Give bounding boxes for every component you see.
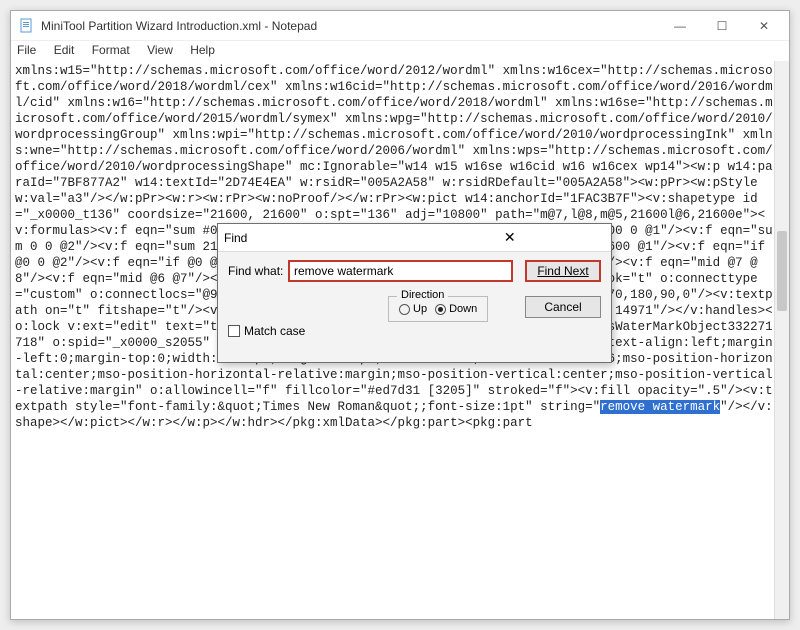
selection-highlight: remove watermark — [600, 400, 720, 414]
find-dialog: Find ✕ Find what: Find Next Cancel Direc… — [217, 223, 612, 363]
find-body: Find what: Find Next Cancel Direction Up… — [218, 252, 611, 362]
notepad-window: MiniTool Partition Wizard Introduction.x… — [10, 10, 790, 620]
radio-icon — [435, 304, 446, 315]
app-icon — [19, 18, 35, 34]
direction-down-radio[interactable]: Down — [435, 303, 477, 315]
title-bar[interactable]: MiniTool Partition Wizard Introduction.x… — [11, 11, 789, 41]
find-what-input[interactable] — [288, 260, 513, 282]
menu-view[interactable]: View — [147, 43, 173, 57]
find-what-label: Find what: — [228, 264, 288, 278]
minimize-button[interactable]: — — [659, 12, 701, 40]
scroll-thumb[interactable] — [777, 231, 787, 311]
find-close-button[interactable]: ✕ — [415, 229, 606, 246]
close-button[interactable]: ✕ — [743, 12, 785, 40]
direction-up-radio[interactable]: Up — [399, 303, 427, 315]
radio-icon — [399, 304, 410, 315]
vertical-scrollbar[interactable] — [774, 61, 789, 619]
window-title: MiniTool Partition Wizard Introduction.x… — [41, 19, 659, 33]
find-title-bar[interactable]: Find ✕ — [218, 224, 611, 252]
menu-file[interactable]: File — [17, 43, 36, 57]
menu-bar: File Edit Format View Help — [11, 41, 789, 61]
match-case-checkbox[interactable]: Match case — [228, 324, 305, 338]
menu-edit[interactable]: Edit — [54, 43, 75, 57]
find-next-button[interactable]: Find Next — [525, 260, 601, 282]
direction-group: Direction Up Down — [388, 296, 488, 322]
find-dialog-title: Find — [224, 231, 415, 245]
menu-help[interactable]: Help — [190, 43, 215, 57]
cancel-button[interactable]: Cancel — [525, 296, 601, 318]
checkbox-icon — [228, 325, 240, 337]
direction-legend: Direction — [397, 289, 448, 301]
menu-format[interactable]: Format — [92, 43, 130, 57]
maximize-button[interactable]: ☐ — [701, 12, 743, 40]
